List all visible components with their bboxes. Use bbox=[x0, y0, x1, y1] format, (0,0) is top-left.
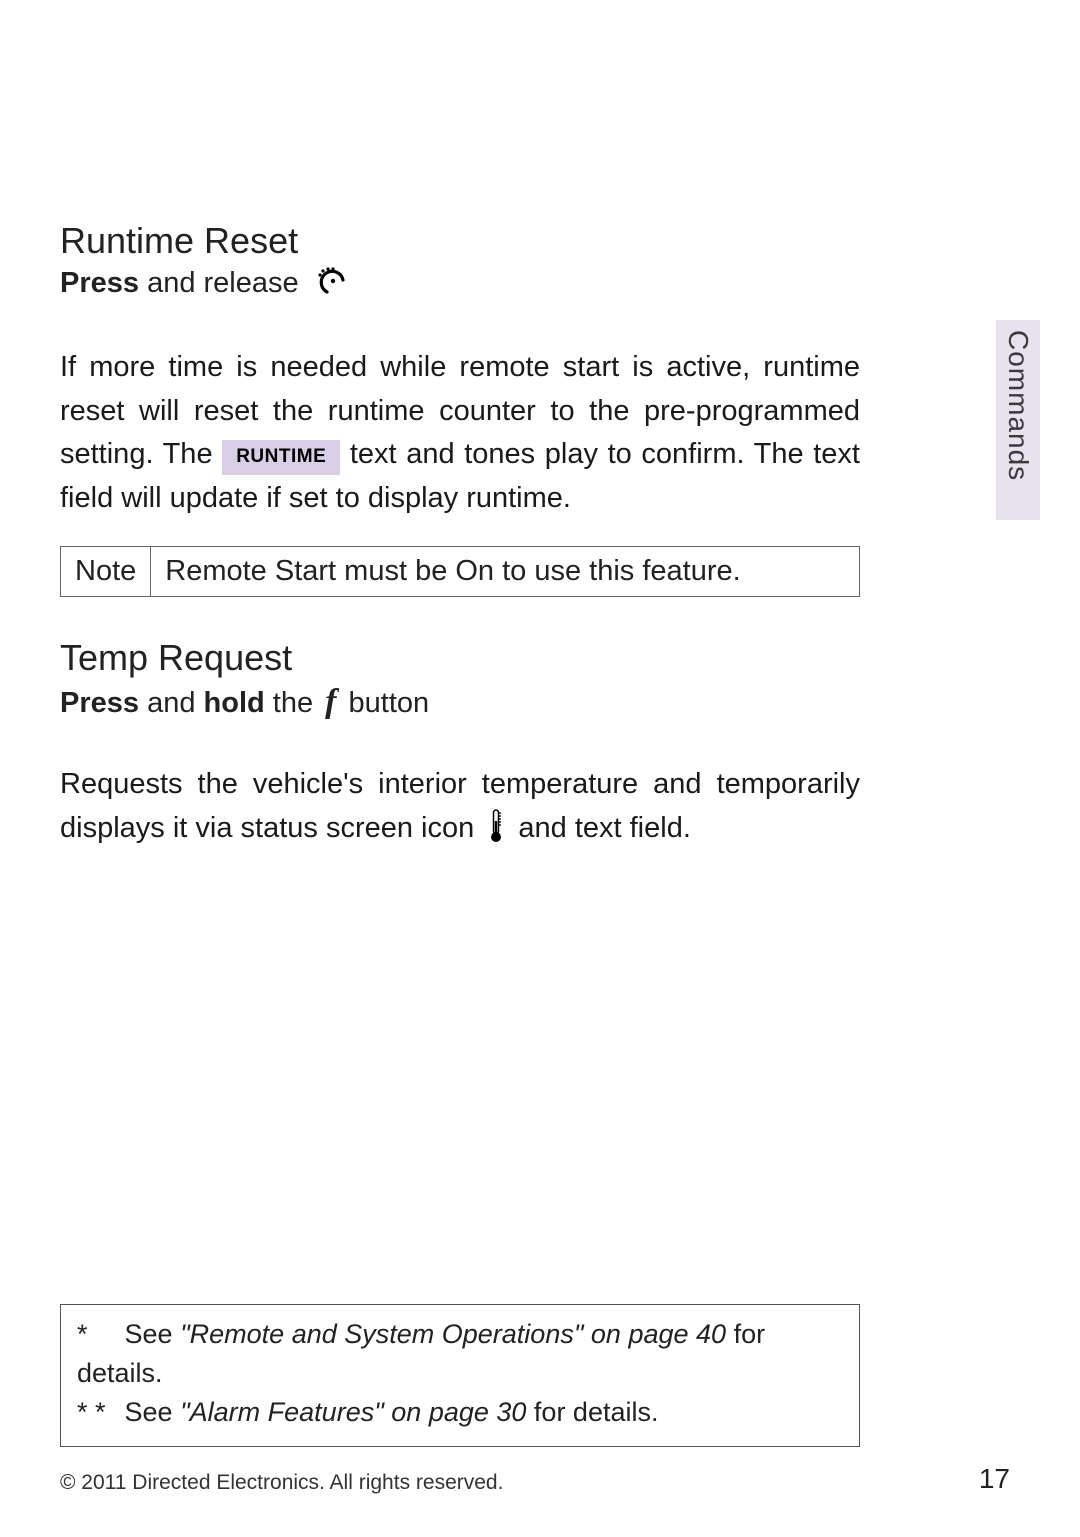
f-button-icon: f bbox=[321, 683, 340, 721]
instr-text: and release bbox=[139, 267, 307, 299]
note-label: Note bbox=[61, 547, 151, 596]
press-bold-2: Press bbox=[60, 687, 139, 719]
fn2-em: "Alarm Features" on page 30 bbox=[180, 1397, 526, 1427]
star-2: * * bbox=[77, 1393, 117, 1432]
page: Commands Runtime Reset Press and release… bbox=[0, 0, 1080, 1537]
thermometer-icon bbox=[488, 809, 504, 857]
instr-rest2: the bbox=[265, 687, 321, 719]
main-content: Runtime Reset Press and release If more … bbox=[60, 220, 860, 856]
fn1-em: "Remote and System Operations" on page 4… bbox=[180, 1319, 726, 1349]
hold-bold: hold bbox=[204, 687, 265, 719]
star-1: * bbox=[77, 1315, 117, 1354]
copyright: © 2011 Directed Electronics. All rights … bbox=[60, 1471, 503, 1495]
section-title-runtime-reset: Runtime Reset bbox=[60, 220, 860, 262]
instruction-runtime-reset: Press and release bbox=[60, 266, 860, 304]
footnote-2: * * See "Alarm Features" on page 30 for … bbox=[77, 1393, 843, 1432]
remote-start-icon bbox=[313, 266, 349, 304]
footnote-box: * See "Remote and System Operations" on … bbox=[60, 1304, 860, 1447]
body-runtime-reset: If more time is needed while remote star… bbox=[60, 346, 860, 520]
runtime-tag: RUNTIME bbox=[222, 440, 340, 475]
footnote-1: * See "Remote and System Operations" on … bbox=[77, 1315, 843, 1393]
fn2-post: for details. bbox=[526, 1397, 658, 1427]
side-tab-commands: Commands bbox=[996, 320, 1040, 520]
instr-mid: and bbox=[139, 687, 204, 719]
instruction-temp-request: Press and hold the f button bbox=[60, 683, 860, 721]
page-number: 17 bbox=[979, 1463, 1010, 1495]
note-text: Remote Start must be On to use this feat… bbox=[151, 547, 754, 596]
instr-tail: button bbox=[340, 687, 429, 719]
side-tab-label: Commands bbox=[1002, 330, 1034, 481]
section-title-temp-request: Temp Request bbox=[60, 637, 860, 679]
note-box: Note Remote Start must be On to use this… bbox=[60, 546, 860, 597]
press-bold: Press bbox=[60, 267, 139, 299]
body2-part2: and text field. bbox=[518, 812, 691, 844]
body-temp-request: Requests the vehicle's interior temperat… bbox=[60, 763, 860, 856]
fn1-pre: See bbox=[125, 1319, 181, 1349]
fn2-pre: See bbox=[125, 1397, 181, 1427]
body2-part1: Requests the vehicle's interior temperat… bbox=[60, 768, 860, 844]
